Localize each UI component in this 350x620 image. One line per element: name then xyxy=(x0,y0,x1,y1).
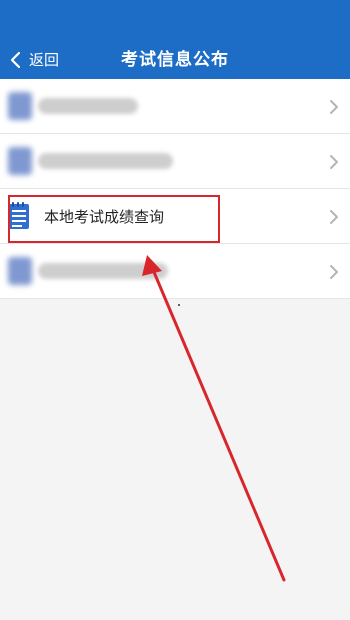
blurred-label xyxy=(38,153,173,169)
exam-info-list: 本地考试成绩查询 xyxy=(0,79,350,299)
list-item-local-exam-score-query[interactable]: 本地考试成绩查询 xyxy=(0,189,350,244)
blurred-icon xyxy=(8,147,32,175)
list-item[interactable] xyxy=(0,79,350,134)
notepad-icon xyxy=(9,202,29,229)
chevron-right-icon xyxy=(330,155,338,169)
list-item[interactable] xyxy=(0,244,350,299)
page-title: 考试信息公布 xyxy=(121,50,229,70)
chevron-right-icon xyxy=(330,265,338,279)
blurred-label xyxy=(38,263,168,279)
list-item-label: 本地考试成绩查询 xyxy=(44,208,165,226)
blurred-icon xyxy=(8,257,32,285)
blurred-icon xyxy=(8,92,32,120)
list-item[interactable] xyxy=(0,134,350,189)
chevron-right-icon xyxy=(330,210,338,224)
app-screen: 返回 考试信息公布 本地考试成绩查询 xyxy=(0,0,350,620)
blurred-label xyxy=(38,98,138,114)
chevron-right-icon xyxy=(330,100,338,114)
